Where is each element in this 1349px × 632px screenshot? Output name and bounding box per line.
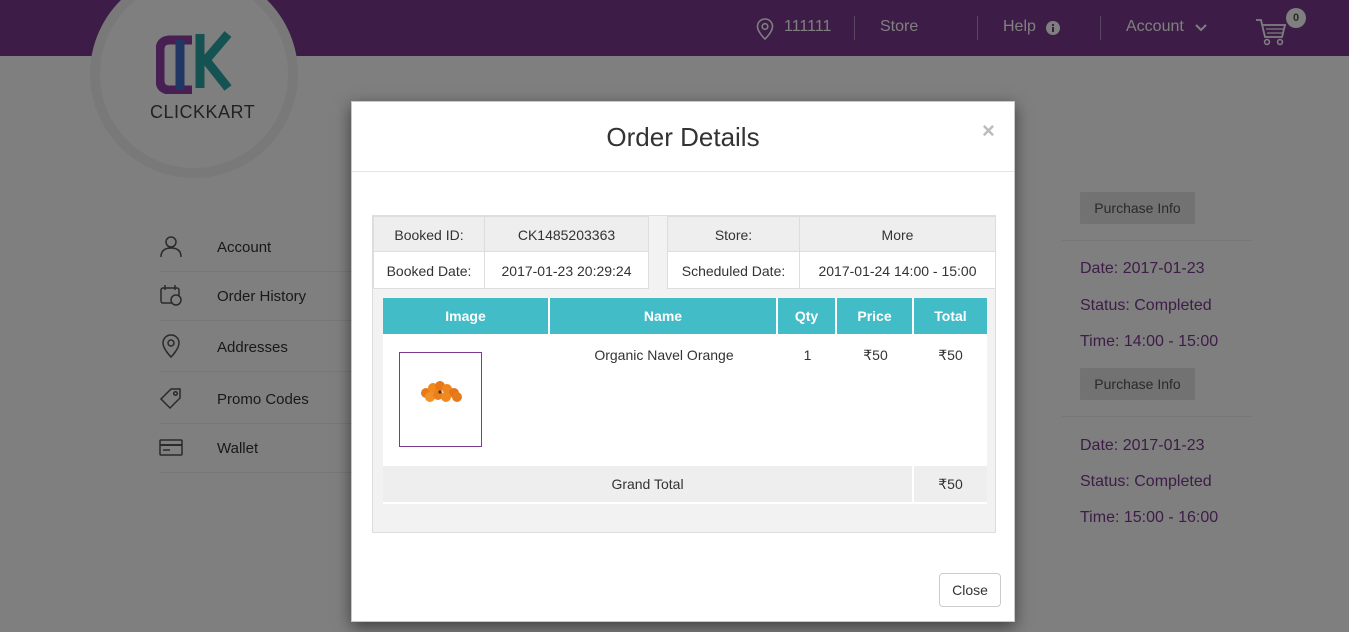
item-name: Organic Navel Orange (594, 347, 734, 363)
scheduled-date-value: 2017-01-24 14:00 - 15:00 (799, 251, 996, 289)
modal-header: Order Details × (352, 102, 1014, 172)
order-info-table: Booked ID: CK1485203363 Store: More Book… (372, 215, 996, 533)
column-header-image: Image (383, 298, 550, 334)
product-thumbnail[interactable] (399, 352, 482, 447)
item-price: ₹50 (863, 347, 888, 363)
close-icon[interactable]: × (982, 118, 995, 144)
scheduled-date-label: Scheduled Date: (667, 251, 800, 289)
grand-total-label: Grand Total (383, 466, 912, 502)
store-value: More (799, 216, 996, 252)
booked-id-value: CK1485203363 (484, 216, 649, 252)
column-header-name: Name (550, 298, 778, 334)
item-qty: 1 (803, 347, 812, 363)
column-header-qty: Qty (778, 298, 837, 334)
booked-date-label: Booked Date: (373, 251, 485, 289)
orange-product-image (421, 381, 462, 402)
column-header-price: Price (837, 298, 914, 334)
order-items-table: Image Name Qty Price Total Organic Navel… (383, 298, 987, 504)
modal-title: Order Details (606, 122, 760, 152)
column-header-total: Total (914, 298, 987, 334)
order-details-modal: Order Details × Booked ID: CK1485203363 … (351, 101, 1015, 622)
booked-date-value: 2017-01-23 20:29:24 (484, 251, 649, 289)
item-total: ₹50 (938, 347, 963, 363)
booked-id-label: Booked ID: (373, 216, 485, 252)
grand-total-value: ₹50 (914, 466, 987, 502)
store-label: Store: (667, 216, 800, 252)
close-button[interactable]: Close (939, 573, 1001, 607)
